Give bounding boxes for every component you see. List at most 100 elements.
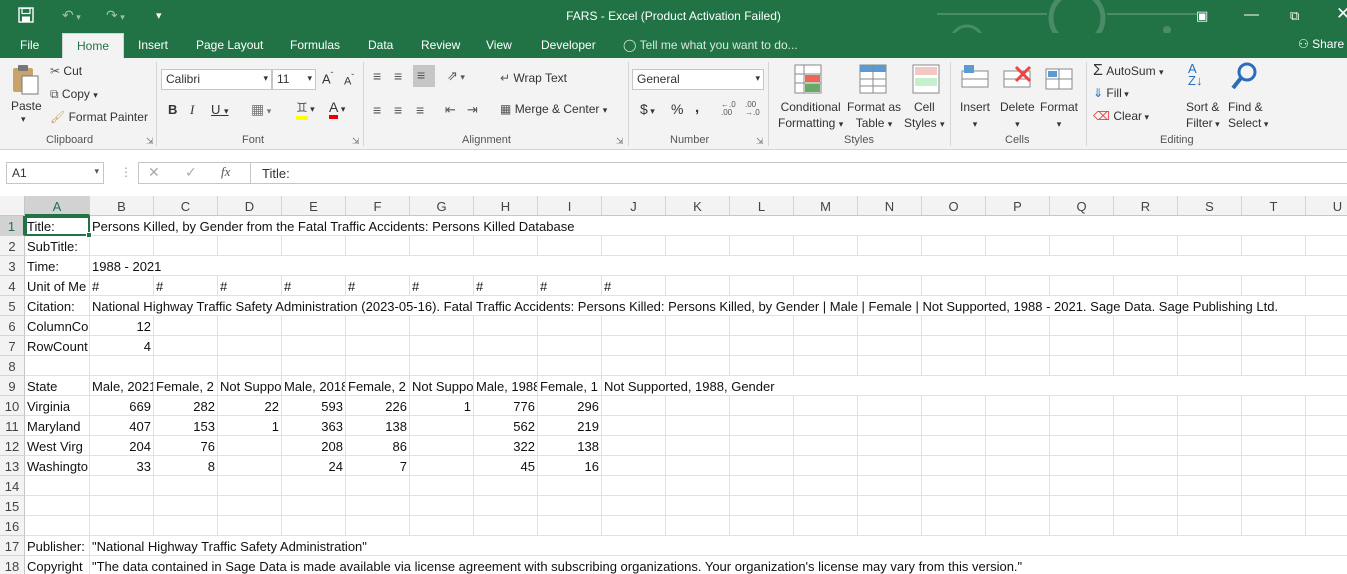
cell-u16[interactable] [1306,516,1347,536]
cell-j15[interactable] [602,496,666,516]
cell-q12[interactable] [1050,436,1114,456]
column-header-b[interactable]: B [90,196,154,216]
row-header-18[interactable]: 18 [0,556,25,574]
borders-icon[interactable]: ▦ ▾ [251,101,271,118]
cell-value-a18[interactable]: Copyright [25,556,90,574]
cell-d12[interactable] [218,436,282,456]
cell-f16[interactable] [346,516,410,536]
cell-k15[interactable] [666,496,730,516]
cell-o10[interactable] [922,396,986,416]
tab-file[interactable]: File [20,38,39,52]
copy-button[interactable]: ⧉ Copy ▾ [50,87,98,102]
cell-s12[interactable] [1178,436,1242,456]
cell-value-c10[interactable]: 282 [154,396,218,416]
cell-q7[interactable] [1050,336,1114,356]
cell-r13[interactable] [1114,456,1178,476]
cell-c8[interactable] [154,356,218,376]
cell-r14[interactable] [1114,476,1178,496]
cell-f2[interactable] [346,236,410,256]
cell-h14[interactable] [474,476,538,496]
row-header-15[interactable]: 15 [0,496,25,516]
cell-i15[interactable] [538,496,602,516]
column-header-t[interactable]: T [1242,196,1306,216]
fill-handle[interactable] [86,232,92,238]
share-button[interactable]: ⚇ Share [1298,37,1344,51]
find-select-button[interactable]: Find & Select ▾ [1228,99,1268,132]
format-cells-button[interactable]: Format ▾ [1040,99,1078,132]
restore-icon[interactable]: ⧉ [1290,8,1299,24]
format-painter-button[interactable]: 🖌 Format Painter [50,110,148,124]
cell-k16[interactable] [666,516,730,536]
cell-u2[interactable] [1306,236,1347,256]
formula-bar-dots-icon[interactable]: ⋮ [120,165,132,179]
cell-r2[interactable] [1114,236,1178,256]
cell-p10[interactable] [986,396,1050,416]
cell-r12[interactable] [1114,436,1178,456]
cancel-icon[interactable]: ✕ [148,164,160,181]
cell-value-a3[interactable]: Time: [25,256,90,276]
cell-u14[interactable] [1306,476,1347,496]
cell-s8[interactable] [1178,356,1242,376]
column-header-f[interactable]: F [346,196,410,216]
cell-p2[interactable] [986,236,1050,256]
cell-u4[interactable] [1306,276,1347,296]
cell-j8[interactable] [602,356,666,376]
italic-button[interactable]: I [190,102,194,118]
cell-n4[interactable] [858,276,922,296]
cell-p11[interactable] [986,416,1050,436]
cell-value-a5[interactable]: Citation: [25,296,90,316]
cell-c7[interactable] [154,336,218,356]
align-middle-icon[interactable]: ≡ [394,68,402,84]
cell-value-b12[interactable]: 204 [90,436,154,456]
column-header-u[interactable]: U [1306,196,1347,216]
cell-q6[interactable] [1050,316,1114,336]
cell-c14[interactable] [154,476,218,496]
alignment-launcher-icon[interactable]: ⇲ [616,136,624,147]
column-header-n[interactable]: N [858,196,922,216]
cell-m10[interactable] [794,396,858,416]
cell-r15[interactable] [1114,496,1178,516]
cell-value-c13[interactable]: 8 [154,456,218,476]
cell-j7[interactable] [602,336,666,356]
clipboard-launcher-icon[interactable]: ⇲ [146,136,154,147]
cell-q16[interactable] [1050,516,1114,536]
cell-k14[interactable] [666,476,730,496]
cell-a16[interactable] [25,516,90,536]
cell-value-b6[interactable]: 12 [90,316,154,336]
cell-f15[interactable] [346,496,410,516]
cell-value-a4[interactable]: Unit of Me [25,276,90,296]
cell-j12[interactable] [602,436,666,456]
align-left-icon[interactable]: ≡ [373,102,381,118]
cell-f6[interactable] [346,316,410,336]
cell-o13[interactable] [922,456,986,476]
autosum-button[interactable]: Σ AutoSum ▾ [1093,62,1163,80]
row-header-13[interactable]: 13 [0,456,25,476]
cell-r7[interactable] [1114,336,1178,356]
tab-home[interactable]: Home [62,33,125,58]
row-header-5[interactable]: 5 [0,296,25,316]
cell-l13[interactable] [730,456,794,476]
cell-m11[interactable] [794,416,858,436]
cell-value-g9[interactable]: Not Suppo [410,376,474,396]
cell-value-e13[interactable]: 24 [282,456,346,476]
cell-n10[interactable] [858,396,922,416]
increase-indent-icon[interactable]: ⇥ [467,102,478,118]
row-header-17[interactable]: 17 [0,536,25,556]
cell-value-a9[interactable]: State [25,376,90,396]
cell-h15[interactable] [474,496,538,516]
cell-b14[interactable] [90,476,154,496]
cell-b8[interactable] [90,356,154,376]
cell-value-c4[interactable]: # [154,276,218,296]
cell-r10[interactable] [1114,396,1178,416]
cell-t12[interactable] [1242,436,1306,456]
cell-value-c12[interactable]: 76 [154,436,218,456]
column-header-k[interactable]: K [666,196,730,216]
cell-k4[interactable] [666,276,730,296]
cell-value-a17[interactable]: Publisher: [25,536,90,556]
cell-p16[interactable] [986,516,1050,536]
cell-o6[interactable] [922,316,986,336]
column-header-l[interactable]: L [730,196,794,216]
cell-value-b4[interactable]: # [90,276,154,296]
tab-data[interactable]: Data [368,38,393,52]
active-cell-selection[interactable] [25,216,92,238]
